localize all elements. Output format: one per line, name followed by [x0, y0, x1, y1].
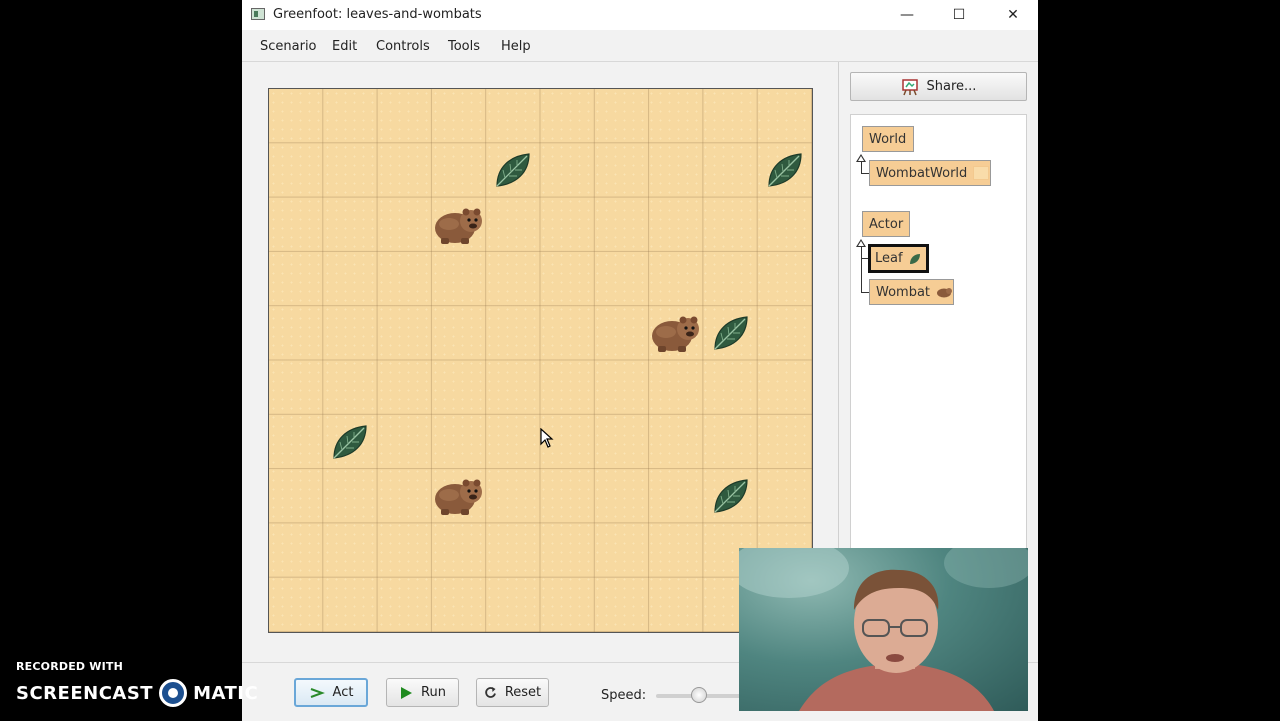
minimize-button[interactable]: —: [884, 0, 930, 30]
class-world-label: World: [869, 131, 907, 147]
inheritance-line: [861, 246, 862, 293]
reset-button[interactable]: Reset: [476, 678, 549, 707]
screencast-watermark: RECORDED WITH SCREENCAST MATIC: [16, 660, 258, 707]
inheritance-line: [861, 292, 869, 293]
wombat-icon: [937, 288, 953, 298]
leaf-actor-icon[interactable]: [758, 143, 812, 197]
close-button[interactable]: ✕: [990, 0, 1036, 30]
menu-bar: Scenario Edit Controls Tools Help: [242, 30, 1038, 62]
reset-label: Reset: [504, 685, 542, 700]
class-diagram: World WombatWorld Actor Leaf Wombat: [850, 114, 1027, 550]
menu-controls[interactable]: Controls: [376, 39, 430, 54]
class-world[interactable]: World: [862, 126, 914, 152]
act-label: Act: [332, 685, 354, 700]
run-button[interactable]: Run: [386, 678, 459, 707]
wombat-actor-icon[interactable]: [649, 306, 703, 360]
window-title: Greenfoot: leaves-and-wombats: [273, 7, 482, 22]
act-button[interactable]: Act: [294, 678, 368, 707]
class-wombat[interactable]: Wombat: [869, 279, 954, 305]
wombat-actor-icon[interactable]: [432, 198, 486, 252]
act-step-icon: [310, 687, 325, 698]
wombat-actor-icon[interactable]: [432, 469, 486, 523]
watermark-recorded-with: RECORDED WITH: [16, 660, 124, 673]
inheritance-line: [861, 173, 869, 174]
menu-scenario[interactable]: Scenario: [260, 39, 317, 54]
wombat-world-grid[interactable]: [268, 88, 813, 633]
leaf-actor-icon[interactable]: [323, 415, 377, 469]
watermark-brand-right: MATIC: [193, 682, 259, 704]
run-label: Run: [421, 685, 446, 700]
maximize-button[interactable]: ☐: [936, 0, 982, 30]
leaf-actor-icon[interactable]: [703, 469, 757, 523]
greenfoot-app-icon: [251, 8, 265, 20]
leaf-actor-icon[interactable]: [486, 143, 540, 197]
class-actor[interactable]: Actor: [862, 211, 910, 237]
presenter-video-image: [739, 548, 1028, 711]
menu-help[interactable]: Help: [501, 39, 531, 54]
leaf-icon: [909, 253, 920, 264]
speed-label: Speed:: [601, 688, 647, 703]
share-easel-icon: [901, 78, 918, 95]
reset-icon: [485, 687, 496, 698]
menu-tools[interactable]: Tools: [448, 39, 480, 54]
class-leaf-label: Leaf: [875, 251, 903, 266]
class-actor-label: Actor: [869, 216, 904, 232]
share-label: Share...: [926, 79, 977, 94]
world-image-icon: [973, 166, 990, 180]
run-play-icon: [401, 686, 413, 699]
title-bar: Greenfoot: leaves-and-wombats — ☐ ✕: [242, 0, 1038, 30]
screencast-logo-icon: [159, 679, 188, 707]
share-button[interactable]: Share...: [850, 72, 1027, 101]
mouse-cursor-icon: [540, 428, 554, 448]
webcam-overlay: [739, 548, 1028, 711]
leaf-actor-icon[interactable]: [703, 306, 757, 360]
class-wombat-label: Wombat: [876, 284, 931, 300]
speed-slider-thumb[interactable]: [691, 687, 707, 703]
class-wombat-world[interactable]: WombatWorld: [869, 160, 991, 186]
watermark-brand-left: SCREENCAST: [16, 682, 154, 704]
menu-edit[interactable]: Edit: [332, 39, 357, 54]
class-leaf[interactable]: Leaf: [868, 244, 929, 273]
class-wombat-world-label: WombatWorld: [876, 165, 968, 181]
